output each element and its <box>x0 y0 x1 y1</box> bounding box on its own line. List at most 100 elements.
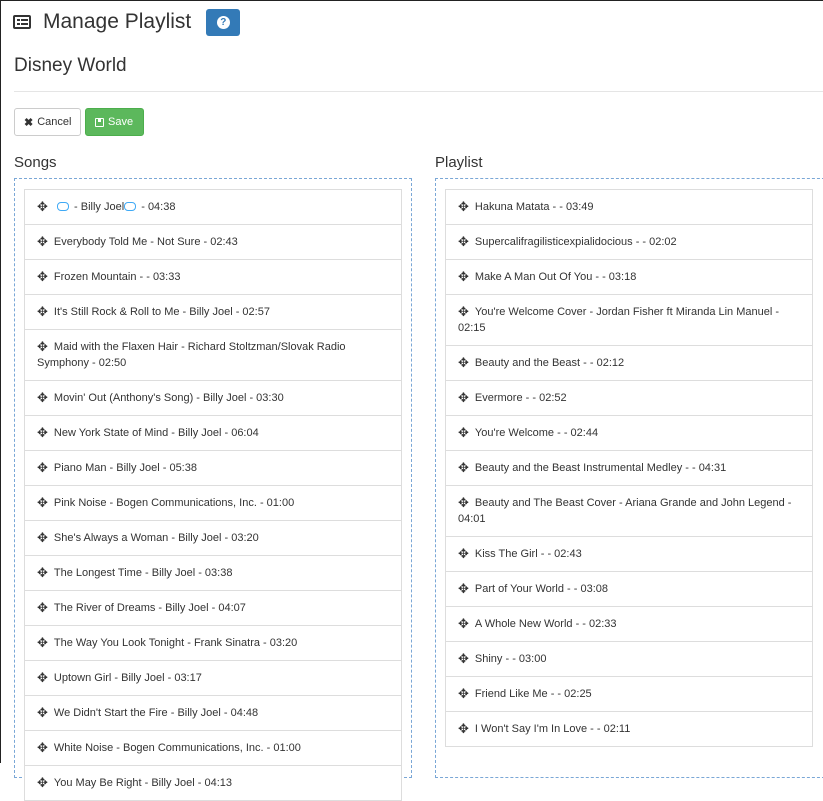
playlist-item[interactable]: ✥ You're Welcome - - 02:44 <box>445 415 813 451</box>
playlist-item[interactable]: ✥ Part of Your World - - 03:08 <box>445 571 813 607</box>
drag-handle-icon[interactable]: ✥ <box>37 391 48 404</box>
item-label: It's Still Rock & Roll to Me - Billy Joe… <box>53 306 270 318</box>
drag-handle-icon[interactable]: ✥ <box>458 496 469 509</box>
page-header: Manage Playlist ? <box>13 8 241 36</box>
song-item[interactable]: ✥ White Noise - Bogen Communications, Inc… <box>24 730 402 766</box>
item-label: The Longest Time - Billy Joel - 03:38 <box>53 567 233 579</box>
song-item[interactable]: ✥ Maid with the Flaxen Hair - Richard Sto… <box>24 329 402 381</box>
song-item[interactable]: ✥ It's Still Rock & Roll to Me - Billy Jo… <box>24 294 402 330</box>
frame-border-left <box>0 0 1 763</box>
item-label: You May Be Right - Billy Joel - 04:13 <box>53 777 233 789</box>
save-button[interactable]: Save <box>85 108 144 136</box>
song-item[interactable]: ✥ The River of Dreams - Billy Joel - 04:0… <box>24 590 402 626</box>
song-item[interactable]: ✥ - Billy Joel - 04:38 <box>24 189 402 225</box>
item-label: Kiss The Girl - - 02:43 <box>474 548 582 560</box>
drag-handle-icon[interactable]: ✥ <box>37 706 48 719</box>
item-label: Beauty and the Beast Instrumental Medley… <box>474 462 727 474</box>
item-label: Supercalifragilisticexpialidocious - - 0… <box>474 236 677 248</box>
drag-handle-icon[interactable]: ✥ <box>37 200 48 213</box>
playlist-item[interactable]: ✥ Friend Like Me - - 02:25 <box>445 676 813 712</box>
song-item[interactable]: ✥ Everybody Told Me - Not Sure - 02:43 <box>24 224 402 260</box>
item-label: Part of Your World - - 03:08 <box>474 583 608 595</box>
playlist-item[interactable]: ✥ Shiny - - 03:00 <box>445 641 813 677</box>
floppy-disk-icon <box>95 117 104 127</box>
song-item[interactable]: ✥ Movin' Out (Anthony's Song) - Billy Joe… <box>24 380 402 416</box>
song-item[interactable]: ✥ New York State of Mind - Billy Joel - 0… <box>24 415 402 451</box>
drag-handle-icon[interactable]: ✥ <box>458 547 469 560</box>
drag-handle-icon[interactable]: ✥ <box>458 356 469 369</box>
page-title: Manage Playlist <box>43 10 192 33</box>
playlist-item[interactable]: ✥ Hakuna Matata - - 03:49 <box>445 189 813 225</box>
playlist-item[interactable]: ✥ You're Welcome Cover - Jordan Fisher ft… <box>445 294 813 346</box>
item-label: Shiny - - 03:00 <box>474 653 547 665</box>
playlist-item[interactable]: ✥ Beauty and the Beast Instrumental Medle… <box>445 450 813 486</box>
drag-handle-icon[interactable]: ✥ <box>458 652 469 665</box>
item-label: A Whole New World - - 02:33 <box>474 618 617 630</box>
playlist-list: ✥ Hakuna Matata - - 03:49 ✥ Supercalifragil… <box>445 189 813 747</box>
cd-icon <box>56 202 69 211</box>
drag-handle-icon[interactable]: ✥ <box>458 722 469 735</box>
drag-handle-icon[interactable]: ✥ <box>458 687 469 700</box>
item-label: Hakuna Matata - - 03:49 <box>474 201 594 213</box>
item-label: Uptown Girl - Billy Joel - 03:17 <box>53 672 202 684</box>
drag-handle-icon[interactable]: ✥ <box>458 391 469 404</box>
item-label: Everybody Told Me - Not Sure - 02:43 <box>53 236 238 248</box>
song-item[interactable]: ✥ Uptown Girl - Billy Joel - 03:17 <box>24 660 402 696</box>
song-item[interactable]: ✥ We Didn't Start the Fire - Billy Joel -… <box>24 695 402 731</box>
playlist-name: Disney World <box>14 55 127 76</box>
drag-handle-icon[interactable]: ✥ <box>37 270 48 283</box>
drag-handle-icon[interactable]: ✥ <box>37 741 48 754</box>
item-label: New York State of Mind - Billy Joel - 06… <box>53 427 259 439</box>
playlist-item[interactable]: ✥ Beauty and The Beast Cover - Ariana Gra… <box>445 485 813 537</box>
drag-handle-icon[interactable]: ✥ <box>37 305 48 318</box>
item-label: Frozen Mountain - - 03:33 <box>53 271 181 283</box>
divider <box>14 91 823 92</box>
playlist-item[interactable]: ✥ Kiss The Girl - - 02:43 <box>445 536 813 572</box>
drag-handle-icon[interactable]: ✥ <box>37 671 48 684</box>
drag-handle-icon[interactable]: ✥ <box>37 461 48 474</box>
playlist-heading: Playlist <box>435 154 483 171</box>
drag-handle-icon[interactable]: ✥ <box>37 566 48 579</box>
song-item[interactable]: ✥ Frozen Mountain - - 03:33 <box>24 259 402 295</box>
cd-icon <box>124 202 137 211</box>
drag-handle-icon[interactable]: ✥ <box>458 426 469 439</box>
song-duration: - 04:38 <box>141 201 176 213</box>
songs-heading: Songs <box>14 154 57 171</box>
playlist-item[interactable]: ✥ Make A Man Out Of You - - 03:18 <box>445 259 813 295</box>
drag-handle-icon[interactable]: ✥ <box>458 582 469 595</box>
song-item[interactable]: ✥ The Way You Look Tonight - Frank Sinatr… <box>24 625 402 661</box>
drag-handle-icon[interactable]: ✥ <box>458 617 469 630</box>
drag-handle-icon[interactable]: ✥ <box>458 270 469 283</box>
item-label: Maid with the Flaxen Hair - Richard Stol… <box>37 341 346 369</box>
song-item[interactable]: ✥ You May Be Right - Billy Joel - 04:13 <box>24 765 402 801</box>
help-button[interactable]: ? <box>206 8 241 36</box>
drag-handle-icon[interactable]: ✥ <box>37 340 48 353</box>
playlist-item[interactable]: ✥ Evermore - - 02:52 <box>445 380 813 416</box>
song-item[interactable]: ✥ She's Always a Woman - Billy Joel - 03:… <box>24 520 402 556</box>
cancel-label: Cancel <box>37 116 72 128</box>
song-item[interactable]: ✥ Pink Noise - Bogen Communications, Inc.… <box>24 485 402 521</box>
drag-handle-icon[interactable]: ✥ <box>458 235 469 248</box>
songs-panel[interactable]: ✥ - Billy Joel - 04:38 ✥ Everybody Told M… <box>14 178 412 801</box>
item-label: I Won't Say I'm In Love - - 02:11 <box>474 723 631 735</box>
playlist-panel[interactable]: ✥ Hakuna Matata - - 03:49 ✥ Supercalifragil… <box>435 178 823 778</box>
song-item[interactable]: ✥ The Longest Time - Billy Joel - 03:38 <box>24 555 402 591</box>
playlist-item[interactable]: ✥ A Whole New World - - 02:33 <box>445 606 813 642</box>
drag-handle-icon[interactable]: ✥ <box>458 305 469 318</box>
song-item[interactable]: ✥ Piano Man - Billy Joel - 05:38 <box>24 450 402 486</box>
drag-handle-icon[interactable]: ✥ <box>37 601 48 614</box>
drag-handle-icon[interactable]: ✥ <box>458 461 469 474</box>
drag-handle-icon[interactable]: ✥ <box>37 776 48 789</box>
frame-border-top <box>0 0 823 1</box>
drag-handle-icon[interactable]: ✥ <box>37 636 48 649</box>
drag-handle-icon[interactable]: ✥ <box>37 496 48 509</box>
drag-handle-icon[interactable]: ✥ <box>37 531 48 544</box>
drag-handle-icon[interactable]: ✥ <box>458 200 469 213</box>
playlist-item[interactable]: ✥ Beauty and the Beast - - 02:12 <box>445 345 813 381</box>
drag-handle-icon[interactable]: ✥ <box>37 426 48 439</box>
drag-handle-icon[interactable]: ✥ <box>37 235 48 248</box>
song-artist: - Billy Joel <box>74 201 125 213</box>
playlist-item[interactable]: ✥ I Won't Say I'm In Love - - 02:11 <box>445 711 813 747</box>
playlist-item[interactable]: ✥ Supercalifragilisticexpialidocious - - … <box>445 224 813 260</box>
cancel-button[interactable]: ✖ Cancel <box>14 108 81 136</box>
